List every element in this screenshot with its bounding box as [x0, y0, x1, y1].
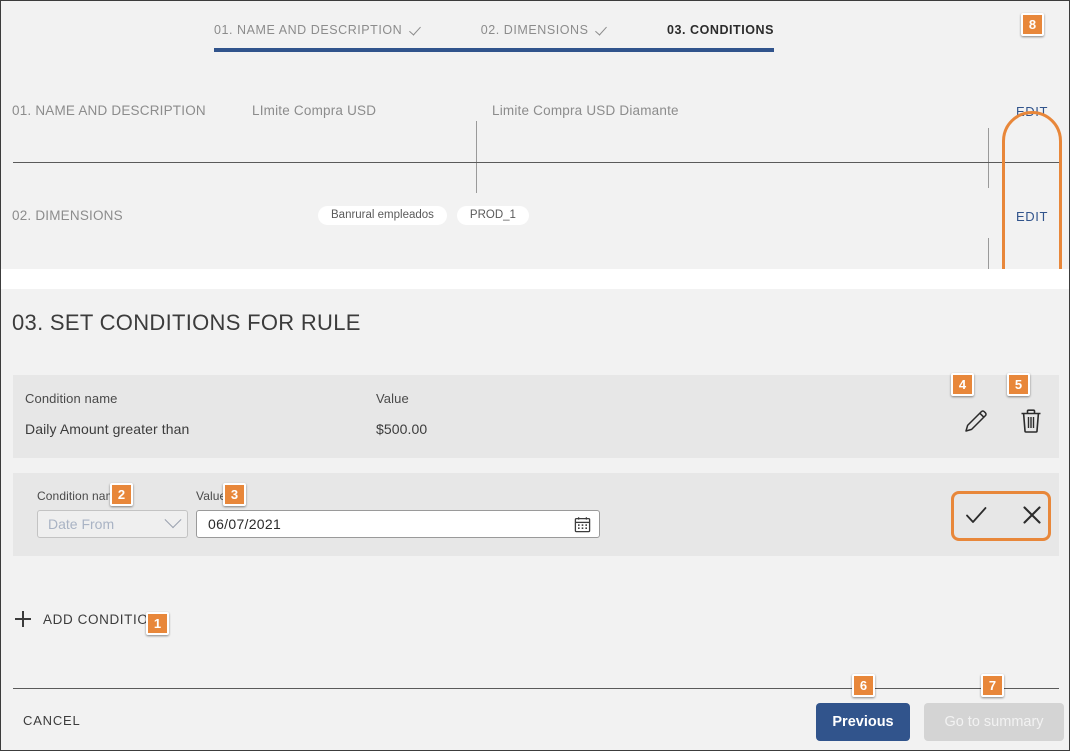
column-header-value: Value [376, 391, 409, 406]
page-title: 03. SET CONDITIONS FOR RULE [12, 310, 361, 335]
go-to-summary-button: Go to summary [924, 703, 1064, 741]
add-condition-button[interactable]: ADD CONDITION [15, 611, 159, 627]
dimension-chip[interactable]: PROD_1 [456, 205, 529, 225]
tab-name-and-description[interactable]: 01. NAME AND DESCRIPTION [214, 23, 425, 37]
summary-row-dimensions: 02. DIMENSIONS Banrural empleados PROD_1… [1, 163, 1069, 267]
condition-name-select-value: Date From [48, 516, 115, 532]
edit-step-1-button[interactable]: EDIT [1016, 104, 1048, 119]
check-icon [597, 23, 611, 37]
dimension-chips: Banrural empleados PROD_1 [318, 205, 529, 225]
annotation-badge-5: 5 [1007, 373, 1030, 396]
conditions-panel: 03. SET CONDITIONS FOR RULE Condition na… [1, 289, 1069, 750]
tab-dimensions[interactable]: 02. DIMENSIONS [481, 23, 612, 37]
column-header-condition-name: Condition name [25, 391, 118, 406]
wizard-stepper: 01. NAME AND DESCRIPTION 02. DIMENSIONS … [1, 1, 1069, 58]
check-icon [411, 23, 425, 37]
plus-icon [15, 611, 31, 627]
add-condition-label: ADD CONDITION [43, 611, 159, 627]
stepper-tabs: 01. NAME AND DESCRIPTION 02. DIMENSIONS … [214, 23, 774, 37]
chevron-down-icon [164, 511, 182, 529]
value-date-input-value: 06/07/2021 [208, 516, 282, 532]
cancel-condition-button[interactable] [1017, 500, 1047, 530]
summary-row-1-value-1: LImite Compra USD [252, 102, 377, 118]
summary-row-1-value-2: Limite Compra USD Diamante [492, 102, 679, 118]
rule-wizard-page: 01. NAME AND DESCRIPTION 02. DIMENSIONS … [0, 0, 1070, 751]
value-date-input[interactable]: 06/07/2021 [196, 510, 600, 538]
annotation-badge-7: 7 [981, 674, 1004, 697]
stepper-active-underline [214, 48, 774, 52]
edit-step-2-button[interactable]: EDIT [1016, 209, 1048, 224]
annotation-badge-1: 1 [146, 612, 169, 635]
panel-gap [1, 269, 1069, 289]
annotation-badge-8: 8 [1021, 13, 1044, 36]
annotation-badge-3: 3 [223, 483, 246, 506]
confirm-condition-button[interactable] [961, 500, 991, 530]
tab-dimensions-label: 02. DIMENSIONS [480, 23, 589, 37]
summary-row-1-label: 01. NAME AND DESCRIPTION [12, 102, 206, 118]
condition-edit-card: Condition name Value Date From 06/07/202… [13, 473, 1059, 556]
summary-row-2-label: 02. DIMENSIONS [12, 207, 123, 223]
footer-divider [13, 688, 1059, 689]
value-field-label: Value [196, 489, 227, 503]
condition-name-select[interactable]: Date From [37, 510, 188, 538]
tab-name-and-description-label: 01. NAME AND DESCRIPTION [214, 23, 403, 37]
dimension-chip[interactable]: Banrural empleados [318, 205, 447, 225]
completed-steps-summary: 01. NAME AND DESCRIPTION LImite Compra U… [1, 58, 1069, 323]
annotation-badge-4: 4 [951, 373, 974, 396]
previous-button[interactable]: Previous [816, 703, 910, 741]
annotation-badge-6: 6 [852, 674, 875, 697]
existing-condition-card: Condition name Value Daily Amount greate… [13, 375, 1059, 458]
tab-conditions-label: 03. CONDITIONS [666, 23, 775, 37]
tab-conditions[interactable]: 03. CONDITIONS [667, 23, 774, 37]
condition-name-value: Daily Amount greater than [25, 421, 190, 437]
condition-value: $500.00 [376, 421, 428, 437]
summary-row-name-and-description: 01. NAME AND DESCRIPTION LImite Compra U… [1, 58, 1069, 162]
edit-condition-icon[interactable] [961, 406, 991, 436]
cancel-button[interactable]: CANCEL [23, 713, 81, 728]
annotation-badge-2: 2 [110, 483, 133, 506]
calendar-icon[interactable] [574, 516, 591, 533]
delete-condition-icon[interactable] [1017, 406, 1045, 436]
